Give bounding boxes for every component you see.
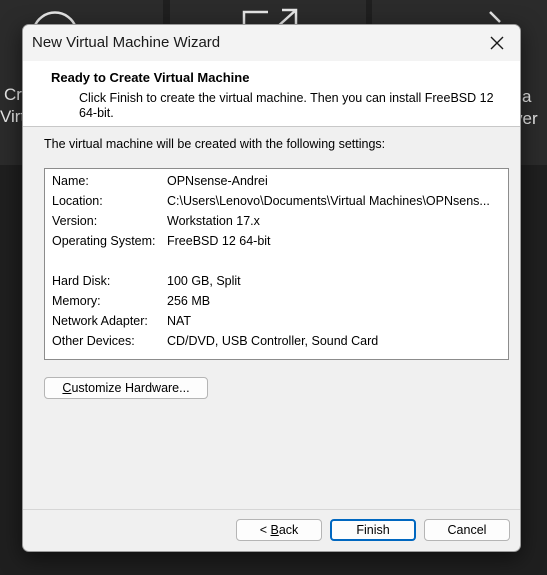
finish-button[interactable]: Finish: [330, 519, 416, 541]
back-button[interactable]: < Back: [236, 519, 322, 541]
setting-key: Name:: [52, 174, 89, 188]
wizard-step-description: Click Finish to create the virtual machi…: [79, 91, 494, 120]
setting-key: Version:: [52, 214, 98, 228]
customize-label: ustomize Hardware...: [71, 381, 190, 395]
settings-intro-text: The virtual machine will be created with…: [44, 137, 386, 151]
setting-value: OPNsense-Andrei: [167, 174, 268, 188]
setting-key: Operating System:: [52, 234, 156, 248]
setting-value: 256 MB: [167, 294, 211, 308]
footer-divider: [23, 509, 520, 510]
bg-label-connect: a: [522, 87, 532, 106]
close-icon: [490, 36, 504, 50]
dialog-titlebar[interactable]: New Virtual Machine Wizard: [23, 25, 520, 61]
setting-value: FreeBSD 12 64-bit: [167, 234, 271, 248]
wizard-header: Ready to Create Virtual Machine Click Fi…: [23, 61, 520, 127]
cancel-button[interactable]: Cancel: [424, 519, 510, 541]
back-label: ack: [278, 523, 299, 537]
settings-summary-box: Name: OPNsense-Andrei Location: C:\Users…: [44, 168, 509, 360]
settings-row: Version: Workstation 17.x: [52, 214, 502, 232]
back-mnemonic: B: [270, 523, 279, 537]
setting-key: Memory:: [52, 294, 101, 308]
setting-value: CD/DVD, USB Controller, Sound Card: [167, 334, 379, 348]
setting-value: 100 GB, Split: [167, 274, 241, 288]
settings-row: Operating System: FreeBSD 12 64-bit: [52, 234, 502, 252]
setting-key: Network Adapter:: [52, 314, 148, 328]
settings-row: Other Devices: CD/DVD, USB Controller, S…: [52, 334, 502, 352]
setting-key: Hard Disk:: [52, 274, 111, 288]
setting-key: Location:: [52, 194, 103, 208]
dialog-title: New Virtual Machine Wizard: [32, 34, 221, 51]
settings-row: Name: OPNsense-Andrei: [52, 174, 502, 192]
new-vm-wizard-dialog: New Virtual Machine Wizard Ready to Crea…: [22, 24, 521, 552]
close-button[interactable]: [474, 25, 520, 61]
wizard-step-title: Ready to Create Virtual Machine: [51, 70, 250, 85]
customize-hardware-button[interactable]: Customize Hardware...: [44, 377, 208, 399]
settings-row: Memory: 256 MB: [52, 294, 502, 312]
settings-row: Location: C:\Users\Lenovo\Documents\Virt…: [52, 194, 502, 212]
settings-row: Hard Disk: 100 GB, Split: [52, 274, 502, 292]
back-prefix: <: [259, 523, 271, 537]
setting-value: NAT: [167, 314, 192, 328]
bg-label-create: Cr: [4, 85, 22, 104]
setting-value: Workstation 17.x: [167, 214, 260, 228]
settings-row: Network Adapter: NAT: [52, 314, 502, 332]
setting-key: Other Devices:: [52, 334, 135, 348]
setting-value: C:\Users\Lenovo\Documents\Virtual Machin…: [167, 194, 490, 208]
